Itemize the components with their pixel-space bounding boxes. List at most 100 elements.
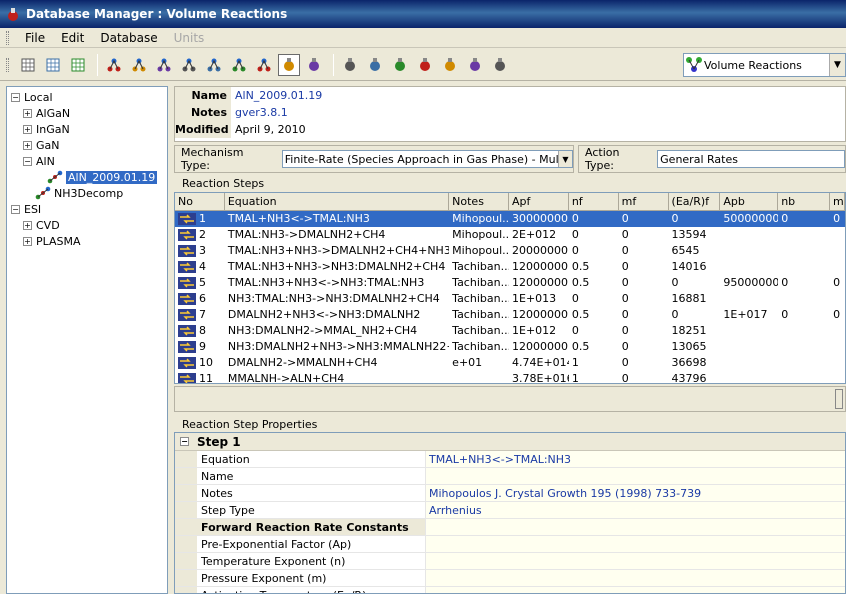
property-value[interactable]: [426, 536, 845, 552]
property-name: Notes: [197, 485, 426, 501]
column-header[interactable]: (Ea/R)f: [669, 193, 721, 210]
table-cell: 5: [175, 275, 225, 291]
column-header[interactable]: Equation: [225, 193, 450, 210]
property-row[interactable]: Temperature Exponent (n): [175, 553, 845, 570]
reaction-step-properties-title: Reaction Step Properties: [182, 418, 318, 431]
tree-node[interactable]: + InGaN: [23, 121, 70, 137]
molecule-b-button[interactable]: [128, 54, 150, 76]
arrow-a-button[interactable]: [178, 54, 200, 76]
property-value[interactable]: [426, 570, 845, 586]
property-row[interactable]: Notes Mihopoulos J. Crystal Growth 195 (1…: [175, 485, 845, 502]
collapse-icon[interactable]: −: [23, 156, 32, 166]
property-row[interactable]: Pressure Exponent (m): [175, 570, 845, 587]
property-value[interactable]: TMAL+NH3<->TMAL:NH3: [426, 451, 845, 467]
column-header[interactable]: No: [175, 193, 225, 210]
property-row[interactable]: Name: [175, 468, 845, 485]
table-row[interactable]: 9 NH3:DMALNH2+NH3->NH3:MMALNH22+C...Tachi…: [175, 339, 845, 355]
grid-button[interactable]: [17, 54, 39, 76]
reaction-step-properties-grid[interactable]: − Step 1 Equation TMAL+NH3<->TMAL:NH3 Name…: [174, 432, 846, 594]
expand-icon[interactable]: +: [23, 236, 32, 246]
menu-units[interactable]: Units: [166, 31, 213, 45]
tree-node[interactable]: − ESI: [11, 201, 41, 217]
property-value[interactable]: [426, 519, 845, 535]
notes-value[interactable]: gver3.8.1: [231, 106, 288, 119]
tree-node[interactable]: + AlGaN: [23, 105, 70, 121]
table-row[interactable]: 6 NH3:TMAL:NH3->NH3:DMALNH2+CH4 Tachiban..…: [175, 291, 845, 307]
reaction-steps-grid[interactable]: NoEquationNotesApfnfmf(Ea/R)fApbnbml 1 TM…: [174, 192, 846, 384]
table-row[interactable]: 7 DMALNH2+NH3<->NH3:DMALNH2 Tachiban... 120…: [175, 307, 845, 323]
tools-button[interactable]: [253, 54, 275, 76]
expand-icon[interactable]: +: [23, 140, 32, 150]
property-row[interactable]: Step Type Arrhenius: [175, 502, 845, 519]
globe-button[interactable]: [364, 54, 386, 76]
horizontal-scrollbar[interactable]: [174, 386, 846, 412]
expand-icon[interactable]: +: [23, 108, 32, 118]
chart-button[interactable]: [439, 54, 461, 76]
chevron-down-icon[interactable]: ▼: [829, 54, 845, 76]
database-tree[interactable]: − Local + AlGaN + InGaN + GaN − AlN AlN_2009.01.19…: [6, 86, 168, 594]
export-button[interactable]: [464, 54, 486, 76]
table-row[interactable]: 11 MMALNH->ALN+CH4 3.78E+016 1 0 43796: [175, 371, 845, 383]
property-value[interactable]: [426, 587, 845, 593]
menu-database[interactable]: Database: [92, 31, 165, 45]
network-button[interactable]: [278, 53, 300, 76]
network2-button[interactable]: [303, 54, 325, 76]
property-value[interactable]: Mihopoulos J. Crystal Growth 195 (1998) …: [426, 485, 845, 501]
table-cell: [830, 259, 845, 275]
tree-node-label: AlN_2009.01.19: [66, 170, 158, 184]
flask-button[interactable]: [339, 54, 361, 76]
database-select[interactable]: Volume Reactions ▼: [683, 53, 846, 77]
action-type-select[interactable]: General Rates: [657, 150, 845, 168]
dots-button[interactable]: [228, 54, 250, 76]
column-header[interactable]: nf: [569, 193, 619, 210]
property-row[interactable]: Equation TMAL+NH3<->TMAL:NH3: [175, 451, 845, 468]
tree-node[interactable]: − Local: [11, 89, 53, 105]
tree-node[interactable]: + GaN: [23, 137, 60, 153]
hatch-button[interactable]: [67, 54, 89, 76]
arrow-b-button[interactable]: [203, 54, 225, 76]
chevron-down-icon[interactable]: ▼: [558, 151, 572, 167]
column-header[interactable]: mf: [619, 193, 669, 210]
tree-node[interactable]: + PLASMA: [23, 233, 81, 249]
table-row[interactable]: 8 NH3:DMALNH2->MMAL_NH2+CH4 Tachiban... 1E+…: [175, 323, 845, 339]
collapse-icon[interactable]: −: [11, 204, 20, 214]
scroll-right-button[interactable]: [835, 389, 843, 409]
table-row[interactable]: 10 DMALNH2->MMALNH+CH4 e+01 4.74E+014 1 0 3669…: [175, 355, 845, 371]
property-value[interactable]: [426, 553, 845, 569]
menu-file[interactable]: File: [17, 31, 53, 45]
molecule-c-button[interactable]: [153, 54, 175, 76]
collapse-icon[interactable]: −: [180, 437, 189, 446]
property-row[interactable]: Forward Reaction Rate Constants: [175, 519, 845, 536]
property-value[interactable]: Arrhenius: [426, 502, 845, 518]
property-row[interactable]: Activation Temperature (Ea/R): [175, 587, 845, 593]
grid2-button[interactable]: [42, 54, 64, 76]
reaction-arrow-icon: [178, 341, 196, 353]
table-row[interactable]: 3 TMAL:NH3+NH3->DMALNH2+CH4+NH3 Mihopoul..…: [175, 243, 845, 259]
table-row[interactable]: 4 TMAL:NH3+NH3->NH3:DMALNH2+CH4 Tachiban..…: [175, 259, 845, 275]
tree-node[interactable]: + CVD: [23, 217, 60, 233]
molecule-a-button[interactable]: [103, 54, 125, 76]
property-row[interactable]: Pre-Exponential Factor (Ap): [175, 536, 845, 553]
property-value[interactable]: [426, 468, 845, 484]
table-row[interactable]: 2 TMAL:NH3->DMALNH2+CH4 Mihopoul... 2E+012 0…: [175, 227, 845, 243]
settings-button[interactable]: [489, 54, 511, 76]
expand-icon[interactable]: +: [23, 124, 32, 134]
property-category[interactable]: − Step 1: [175, 433, 845, 451]
balance-button[interactable]: [414, 54, 436, 76]
table-row[interactable]: 1 TMAL+NH3<->TMAL:NH3 Mihopoul...30000000.…: [175, 211, 845, 227]
tree-node[interactable]: − AlN: [23, 153, 55, 169]
column-header[interactable]: Apb: [720, 193, 779, 210]
collapse-icon[interactable]: −: [11, 92, 20, 102]
column-header[interactable]: ml: [830, 193, 845, 210]
menu-edit[interactable]: Edit: [53, 31, 92, 45]
text-button[interactable]: [389, 54, 411, 76]
column-header[interactable]: Notes: [449, 193, 509, 210]
tree-node[interactable]: NH3Decomp: [35, 185, 123, 201]
table-row[interactable]: 5 TMAL:NH3+NH3<->NH3:TMAL:NH3 Tachiban... 1…: [175, 275, 845, 291]
mechanism-type-select[interactable]: Finite-Rate (Species Approach in Gas Pha…: [281, 150, 573, 168]
column-header[interactable]: Apf: [509, 193, 569, 210]
name-value[interactable]: AlN_2009.01.19: [231, 89, 322, 102]
tree-node[interactable]: AlN_2009.01.19: [47, 169, 158, 185]
expand-icon[interactable]: +: [23, 220, 32, 230]
column-header[interactable]: nb: [778, 193, 831, 210]
